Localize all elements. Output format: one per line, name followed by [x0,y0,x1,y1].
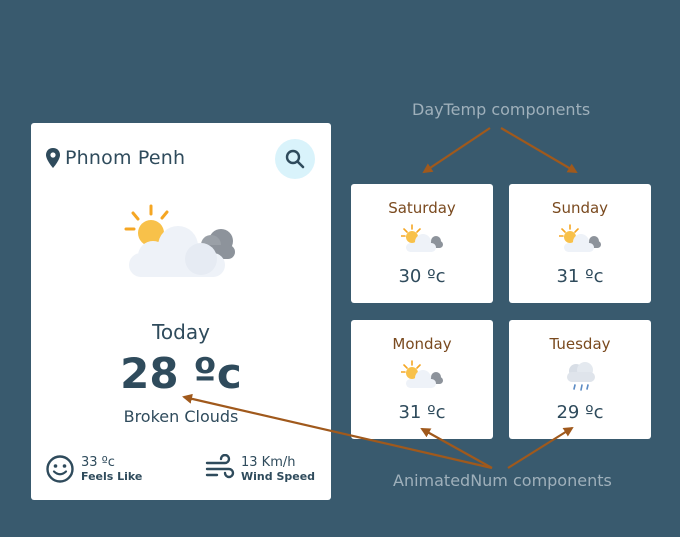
arrow-daytemp-left [422,127,491,174]
current-weather-card: Phnom Penh Today 28 ºc Broken Clouds 33 … [31,123,331,500]
day-name: Sunday [551,199,609,217]
day-temperature: 30 ºc [398,266,446,287]
location: Phnom Penh [45,147,185,169]
wind-speed-label: Wind Speed [241,470,316,483]
day-temp-card-saturday: Saturday 30 ºc [351,184,493,303]
day-name: Saturday [388,199,456,217]
sun-behind-clouds-icon [124,204,235,277]
search-icon [285,149,305,169]
wind-icon [205,454,235,479]
city-name: Phnom Penh [65,147,186,169]
day-temp-card-sunday: Sunday 31 ºc [509,184,651,303]
current-temperature: 28 ºc [120,349,242,398]
animatednum-annotation: AnimatedNum components [393,471,612,490]
day-temperature: 31 ºc [556,266,604,287]
rain-cloud-icon [567,362,595,391]
smiley-icon [46,455,74,483]
sun-behind-cloud-icon [401,224,443,252]
day-temp-card-monday: Monday 31 ºc [351,320,493,439]
search-button[interactable] [275,139,315,179]
sun-behind-cloud-icon [401,360,443,388]
day-temperature: 29 ºc [556,402,604,423]
location-pin-icon [46,148,60,168]
arrow-daytemp-right [500,127,578,174]
sun-behind-cloud-icon [559,224,601,252]
day-name: Monday [392,335,452,353]
day-temperature: 31 ºc [398,402,446,423]
daytemp-annotation: DayTemp components [412,100,591,119]
weather-description: Broken Clouds [123,407,239,426]
feels-like-value: 33 ºc [81,455,115,470]
feels-like-stat: 33 ºc Feels Like [45,454,142,484]
wind-speed-value: 13 Km/h [241,455,296,470]
feels-like-label: Feels Like [81,470,143,483]
wind-speed-stat: 13 Km/h Wind Speed [205,454,315,484]
day-temp-card-tuesday: Tuesday 29 ºc [509,320,651,439]
day-label: Today [152,320,210,344]
day-name: Tuesday [549,335,611,353]
